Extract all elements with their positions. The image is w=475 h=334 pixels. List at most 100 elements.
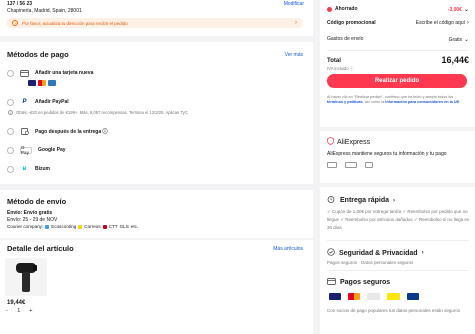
security-text: Pagos seguros · Datos personales seguros <box>327 260 414 265</box>
paypal-icon: P <box>22 99 27 105</box>
courier-name: Correos <box>84 224 101 229</box>
mastercard-icon <box>38 80 46 86</box>
maestro-icon <box>387 293 400 300</box>
ctt-icon <box>102 224 107 229</box>
address-line-2: Chapinería, Madrid, Spain, 28001 <box>7 8 82 14</box>
payment-option-card[interactable]: Añadir una tarjeta nueva <box>7 69 93 77</box>
payment-option-label: Añadir PayPal <box>35 99 69 105</box>
secure-payments-title-row: Pagos seguros <box>327 278 390 287</box>
legal-text-part: , así como la <box>362 100 385 104</box>
saved-label: Ahorrado <box>335 6 358 12</box>
quantity-value[interactable]: 1 <box>17 308 20 314</box>
order-summary-card: Ahorrado -3,00€ ⌄ Código promocional Esc… <box>320 0 475 127</box>
vat-note: IVA incluido ⓘ <box>327 66 354 71</box>
aliexpress-trust-card: AliExpress AliExpress mantiene seguros t… <box>320 131 475 183</box>
increment-button[interactable]: + <box>29 308 32 314</box>
shipping-cost-value[interactable]: Gratis ⌄ <box>448 36 469 44</box>
trust-text: AliExpress mantiene seguros tu informaci… <box>327 151 447 157</box>
paypal-promo-note: i Obtén -€20 en pedidos de €199+. Más, 8… <box>8 110 189 115</box>
chevron-right-icon: › <box>421 250 424 256</box>
courier-name: etc. <box>130 224 139 229</box>
safekey-icon <box>367 293 380 300</box>
chevron-right-icon: › <box>295 20 297 26</box>
payment-option-cod[interactable]: Pago después de la entrega ⓘ <box>7 127 108 135</box>
courier-prefix: Courier company: <box>7 224 44 229</box>
visa-icon <box>329 293 341 300</box>
chevron-down-icon: ⌄ <box>463 37 469 43</box>
address-card: 137 / 56 23 Chapinería, Madrid, Spain, 2… <box>0 0 313 36</box>
decrement-button[interactable]: − <box>5 308 8 314</box>
total-value: 16,44€ <box>441 55 469 65</box>
chevron-down-icon: ⌄ <box>463 7 469 13</box>
product-image[interactable] <box>5 258 47 296</box>
cash-on-delivery-icon <box>20 127 29 135</box>
amex-icon <box>407 293 419 300</box>
radio-button[interactable] <box>7 165 14 173</box>
aliexpress-brand: AliExpress <box>327 137 370 147</box>
item-detail-card: Detalle del artículo Más artículos 19,44… <box>0 240 313 334</box>
shield-icon <box>327 137 334 147</box>
payment-methods-card: Métodos de pago Ver más Añadir una tarje… <box>0 42 313 184</box>
more-items-link[interactable]: Más artículos <box>273 246 303 252</box>
quantity-stepper: − 1 + <box>5 308 33 314</box>
courier-name: GLS <box>119 224 129 229</box>
radio-button[interactable] <box>7 127 14 135</box>
saved-row-label: Ahorrado <box>327 6 358 12</box>
shipping-title: Método de envío <box>7 197 67 206</box>
payment-option-label: Añadir una tarjeta nueva <box>35 70 94 76</box>
courier-list: Courier company: Ecoscooting Correos CTT… <box>7 224 138 229</box>
truck-icon <box>327 196 336 205</box>
secure-payments-title: Pagos seguros <box>340 279 391 286</box>
address-warning-text: Por favor, actualiza tu dirección para r… <box>22 20 128 26</box>
verified-badge-icon <box>345 162 357 168</box>
eu-consumer-info-link[interactable]: información para consumidores en la UE. <box>385 100 460 104</box>
secure-badge-icon <box>327 162 337 168</box>
radio-button[interactable] <box>7 146 14 154</box>
security-title: Seguridad & Privacidad <box>339 249 418 257</box>
modify-address-link[interactable]: Modificar <box>284 1 304 7</box>
correos-icon <box>78 224 83 229</box>
shipping-cost-amount: Gratis <box>448 36 462 43</box>
trust-badges <box>327 162 373 168</box>
visa-icon <box>28 80 36 86</box>
mastercard-icon <box>348 293 360 300</box>
payment-option-bizum[interactable]: ʙ Bizum <box>7 165 50 173</box>
shipping-method: Envío: Envío gratis <box>7 210 53 216</box>
security-title-row[interactable]: Seguridad & Privacidad › <box>327 248 424 258</box>
summary-divider <box>327 50 469 51</box>
fast-delivery-title-row[interactable]: Entrega rápida › <box>327 196 395 205</box>
promo-placeholder: Escribe el código aquí <box>415 20 465 26</box>
benefit-item: ✓ Reembolso por artículos dañados <box>340 217 413 222</box>
legal-text: Al hacer clic en "Realizar pedido", conf… <box>327 95 469 105</box>
address-warning-banner[interactable]: ! Por favor, actualiza tu dirección para… <box>6 18 303 28</box>
card-brands <box>28 80 56 86</box>
saved-amount: -3,00€ <box>447 6 462 13</box>
payment-partner-logos <box>329 293 419 300</box>
saved-value[interactable]: -3,00€ ⌄ <box>447 6 469 14</box>
radio-button[interactable] <box>7 98 14 106</box>
address-line-1: 137 / 56 23 <box>7 1 33 7</box>
terms-link[interactable]: términos y políticas <box>327 100 363 104</box>
payment-option-paypal[interactable]: P Añadir PayPal <box>7 98 69 106</box>
bizum-icon: ʙ <box>22 166 27 172</box>
place-order-button[interactable]: Realizar pedido <box>327 74 467 88</box>
payment-option-label: Pago después de la entrega ⓘ <box>35 128 108 135</box>
total-label: Total <box>327 58 341 64</box>
shield-check-icon <box>327 248 335 258</box>
payment-option-label: Google Pay <box>38 147 66 153</box>
promo-code-field[interactable]: Escribe el código aquí › <box>416 20 469 26</box>
chevron-right-icon: › <box>393 197 396 204</box>
chevron-right-icon: › <box>467 20 469 26</box>
benefit-item: ✓ Cupón de 1,00€ por entrega tardía <box>327 209 402 214</box>
see-more-payments-link[interactable]: Ver más <box>285 52 303 58</box>
courier-name: CTT <box>108 224 118 229</box>
services-divider <box>327 240 469 241</box>
fast-delivery-title: Entrega rápida <box>340 197 390 204</box>
item-price: 19,44€ <box>7 300 26 306</box>
item-detail-title: Detalle del artículo <box>7 244 74 253</box>
payment-option-google-pay[interactable]: G Pay Google Pay <box>7 145 66 155</box>
info-icon: i <box>8 110 13 115</box>
saved-dot-icon <box>327 6 332 12</box>
shipping-cost-label: Gastos de envío <box>327 36 364 42</box>
radio-button[interactable] <box>7 69 14 77</box>
